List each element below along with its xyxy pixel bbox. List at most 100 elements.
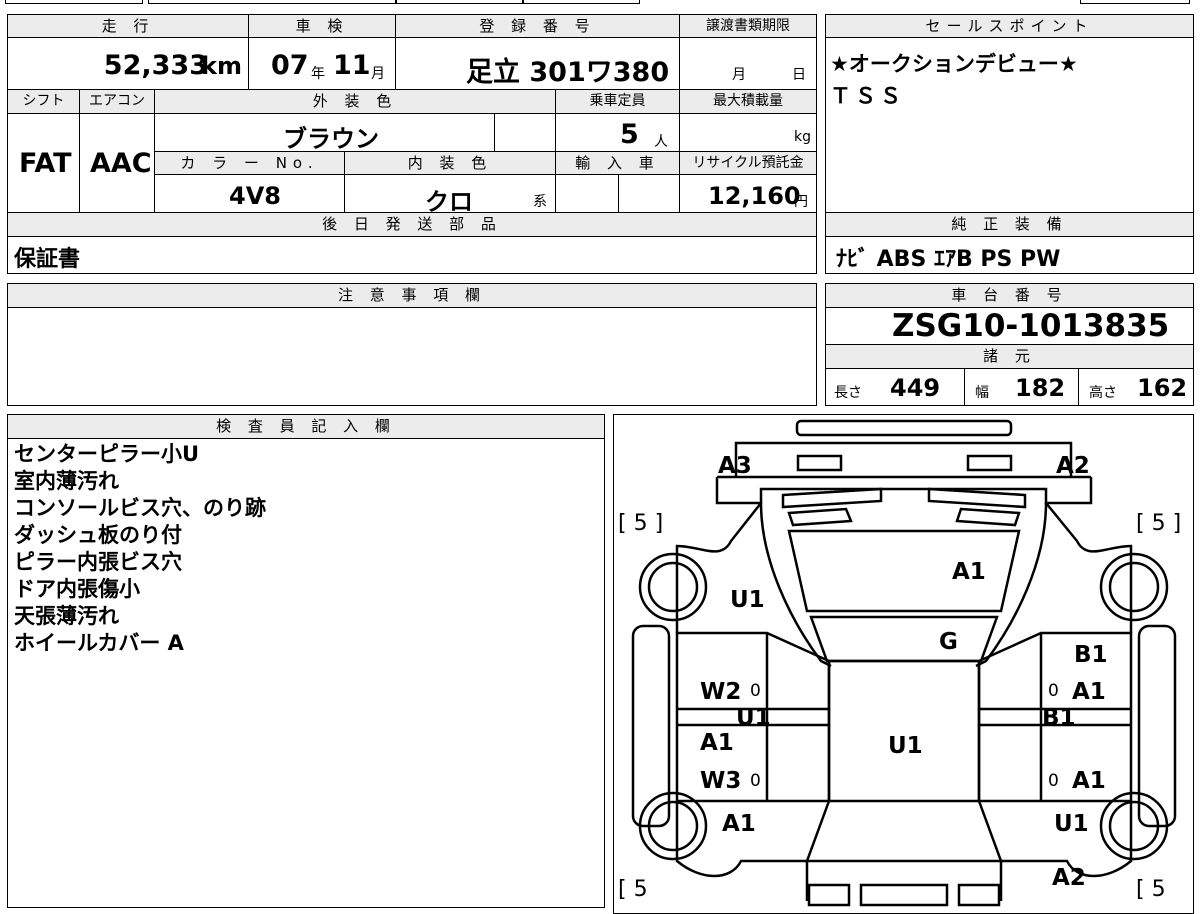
sales-point-2: ＴＳＳ [830, 84, 905, 108]
shift-cell: FAT [7, 113, 80, 213]
sales-points-box: ★オークションデビュー★ ＴＳＳ [825, 37, 1194, 213]
diagram-label-left-rear-door: W2 [700, 679, 742, 705]
diagram-zero-left-lower: 0 [750, 771, 761, 791]
inspector-note: ホイールカバー A [14, 631, 184, 655]
color-no-cell: 4V8 [154, 174, 345, 213]
genuine-equipment-header: 純 正 装 備 [825, 212, 1194, 237]
spec-height-label: 高さ [1089, 385, 1117, 401]
diagram-label-left-front-door-2: W3 [700, 768, 742, 794]
inspector-note: 天張薄汚れ [14, 604, 119, 628]
import-header: 輸 入 車 [555, 151, 680, 175]
max-load-header: 最大積載量 [679, 89, 817, 114]
mileage-value: 52,333 [103, 50, 208, 81]
transfer-deadline-header: 譲渡書類期限 [679, 14, 817, 38]
capacity-unit: 人 [654, 134, 668, 150]
inspector-note: コンソールビス穴、のり跡 [14, 496, 266, 520]
tire-tread-rear-left: [ 5 ] [618, 511, 664, 536]
chassis-number-value: ZSG10-1013835 [892, 308, 1170, 344]
inspector-note: ドア内張傷小 [14, 577, 140, 601]
mileage-header: 走 行 [7, 14, 249, 38]
capacity-value: 5 [620, 119, 639, 150]
recycle-value: 12,160 [708, 182, 801, 210]
recycle-cell: 12,160 円 [679, 174, 817, 213]
diagram-label-cabin: U1 [888, 733, 923, 759]
deadline-cell: 月 日 [679, 37, 817, 90]
top-stub-4 [523, 0, 640, 4]
diagram-label-right-pillar: B1 [1042, 705, 1076, 731]
capacity-cell: 5 人 [555, 113, 680, 152]
top-stub-5 [1080, 0, 1190, 4]
notes-box [7, 307, 817, 406]
diagram-label-left-front-fender: A1 [722, 811, 756, 837]
genuine-equipment-value: ﾅﾋﾞ ABS ｴｱB PS PW [836, 247, 1061, 272]
recycle-header: リサイクル預託金 [679, 151, 817, 175]
later-parts-value: 保証書 [14, 247, 81, 272]
chassis-number-cell: ZSG10-1013835 [825, 307, 1194, 345]
import-cell-b [618, 174, 680, 213]
exterior-color-value: ブラウン [283, 125, 379, 153]
diagram-label-rear-glass: A1 [952, 559, 986, 585]
diagram-zero-right-lower: 0 [1048, 771, 1059, 791]
diagram-zero-left-upper: 0 [750, 681, 761, 701]
sales-point-1: ★オークションデビュー★ [830, 52, 1078, 76]
inspection-month: 11 [333, 50, 371, 81]
diagram-label-right-rear-door: B1 [1074, 642, 1108, 668]
inspector-notes-header: 検 査 員 記 入 欄 [7, 414, 605, 439]
chassis-number-header: 車 台 番 号 [825, 283, 1194, 308]
inspector-notes-box: センターピラー小U 室内薄汚れ コンソールビス穴、のり跡 ダッシュ板のり付 ピラ… [7, 438, 605, 908]
diagram-label-rear-right: A2 [1056, 453, 1090, 479]
later-parts-cell: 保証書 [7, 236, 817, 274]
color-no-value: 4V8 [229, 182, 281, 210]
aircon-cell: AAC [79, 113, 155, 213]
spec-height-cell: 高さ 162 [1078, 368, 1194, 406]
deadline-day-unit: 日 [792, 67, 806, 83]
spec-width-label: 幅 [975, 385, 989, 401]
shift-header: シフト [7, 89, 80, 114]
year-unit: 年 [311, 66, 325, 82]
notes-header: 注 意 事 項 欄 [7, 283, 817, 308]
inspector-note: ダッシュ板のり付 [14, 523, 182, 547]
inspection-header: 車 検 [248, 14, 396, 38]
shift-value: FAT [19, 148, 72, 179]
top-stub-3 [396, 0, 523, 4]
month-unit: 月 [371, 66, 385, 82]
interior-color-cell: クロ 系 [344, 174, 556, 216]
spec-width-value: 182 [1015, 374, 1066, 402]
registration-cell: 足立 301ワ380 [395, 37, 680, 90]
deadline-month-unit: 月 [732, 67, 746, 83]
color-no-header: カ ラ ー No. [154, 151, 345, 175]
interior-suffix: 系 [533, 194, 547, 210]
inspector-note: 室内薄汚れ [14, 469, 119, 493]
car-diagram-panel: A3 A2 A1 U1 G B1 W2 0 0 A1 U1 B1 A1 U1 W… [613, 414, 1194, 914]
top-stub-2 [148, 0, 396, 4]
aircon-value: AAC [90, 148, 152, 179]
spec-length-cell: 長さ 449 [825, 368, 965, 406]
registration-header: 登 録 番 号 [395, 14, 680, 38]
spec-length-value: 449 [890, 374, 941, 402]
aircon-header: エアコン [79, 89, 155, 114]
diagram-label-left-pillar: U1 [736, 705, 771, 731]
inspector-note: センターピラー小U [14, 442, 200, 466]
specs-header: 諸 元 [825, 344, 1194, 369]
exterior-color-extra [494, 113, 556, 152]
spec-height-value: 162 [1137, 374, 1188, 402]
later-parts-header: 後 日 発 送 部 品 [7, 212, 817, 237]
genuine-equipment-box: ﾅﾋﾞ ABS ｴｱB PS PW [825, 236, 1194, 274]
tire-tread-front-right: [ 5 [1136, 877, 1166, 902]
diagram-zero-right-upper: 0 [1048, 681, 1059, 701]
diagram-label-rear-left: A3 [718, 453, 752, 479]
max-load-cell: kg [679, 113, 817, 152]
diagram-label-right-front-door: A1 [1072, 768, 1106, 794]
diagram-label-right-rear-door-2: A1 [1072, 679, 1106, 705]
mileage-unit: km [201, 52, 242, 80]
tire-tread-front-left: [ 5 [618, 877, 648, 902]
inspection-year: 07 [271, 50, 309, 81]
exterior-color-cell: ブラウン [154, 113, 495, 153]
diagram-label-front-right: A2 [1052, 865, 1086, 891]
top-stub-1 [5, 0, 143, 4]
sales-points-header: セールスポイント [825, 14, 1194, 38]
capacity-header: 乗車定員 [555, 89, 680, 114]
import-cell-a [555, 174, 619, 213]
interior-color-header: 内 装 色 [344, 151, 556, 175]
diagram-label-left-front-door: A1 [700, 730, 734, 756]
